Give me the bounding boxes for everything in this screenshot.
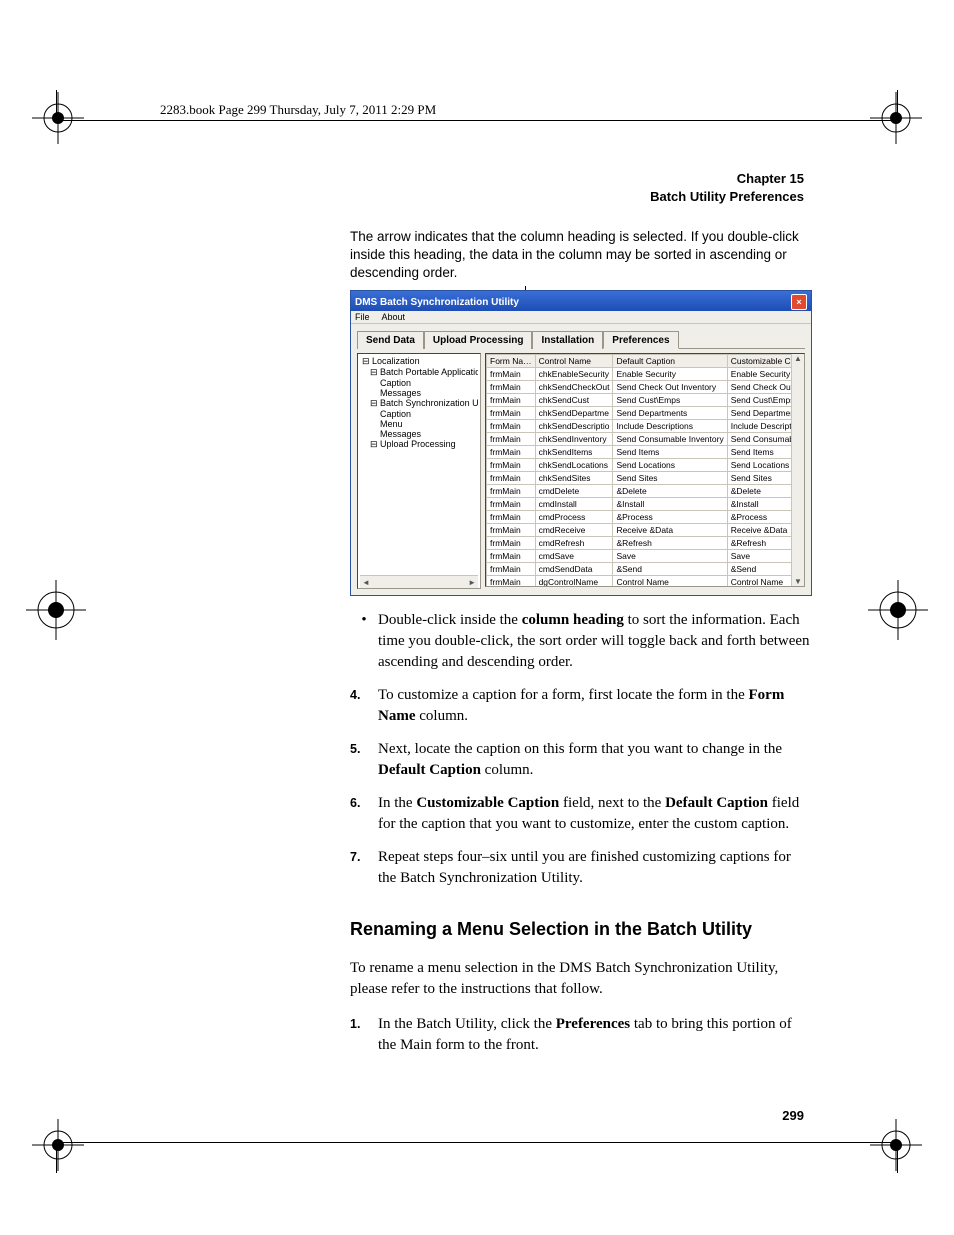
running-head: Chapter 15 Batch Utility Preferences xyxy=(650,170,804,205)
step-4: 4. To customize a caption for a form, fi… xyxy=(350,685,810,727)
grid-column-header[interactable]: Default Caption xyxy=(613,355,727,368)
grid-scrollbar[interactable]: ▲▼ xyxy=(791,354,804,586)
window-titlebar: DMS Batch Synchronization Utility × xyxy=(351,291,811,311)
table-row[interactable]: frmMainchkSendDepartmeSend DepartmentsSe… xyxy=(487,407,792,420)
tab-preferences[interactable]: Preferences xyxy=(603,331,678,349)
frame-line xyxy=(56,1142,898,1143)
table-row[interactable]: frmMaincmdReceiveReceive &DataReceive &D… xyxy=(487,524,792,537)
page-number: 299 xyxy=(782,1108,804,1123)
grid-column-header[interactable]: Form Na… xyxy=(487,355,536,368)
table-row[interactable]: frmMaindgControlNameControl NameControl … xyxy=(487,576,792,587)
grid-column-header[interactable]: Customizable Caption xyxy=(727,355,791,368)
tree-node[interactable]: Caption xyxy=(360,378,478,388)
tree-node[interactable]: Caption xyxy=(360,409,478,419)
table-row[interactable]: frmMaincmdInstall&Install&Install xyxy=(487,498,792,511)
tab-strip: Send Data Upload Processing Installation… xyxy=(357,330,805,349)
step-7: 7. Repeat steps four–six until you are f… xyxy=(350,847,810,889)
tab-installation[interactable]: Installation xyxy=(532,331,603,349)
tree-node[interactable]: ⊟ Upload Processing xyxy=(360,439,478,450)
tree-node[interactable]: Messages xyxy=(360,429,478,439)
screenshot-window: DMS Batch Synchronization Utility × File… xyxy=(350,290,812,596)
tab-send-data[interactable]: Send Data xyxy=(357,331,424,349)
chapter-title: Batch Utility Preferences xyxy=(650,188,804,206)
frame-line xyxy=(897,1143,898,1173)
table-row[interactable]: frmMainchkSendSitesSend SitesSend Sites xyxy=(487,472,792,485)
window-title: DMS Batch Synchronization Utility xyxy=(355,297,519,308)
crop-mark-icon xyxy=(868,580,928,640)
table-row[interactable]: frmMainchkEnableSecurityEnable SecurityE… xyxy=(487,368,792,381)
book-header: 2283.book Page 299 Thursday, July 7, 201… xyxy=(160,102,436,118)
tree-scrollbar[interactable]: ◄► xyxy=(360,575,478,588)
table-row[interactable]: frmMaincmdRefresh&Refresh&Refresh xyxy=(487,537,792,550)
bullet-item: • Double-click inside the column heading… xyxy=(350,610,810,673)
step-6: 6. In the Customizable Caption field, ne… xyxy=(350,793,810,835)
tree-pane[interactable]: ⊟ Localization⊟ Batch Portable Applicati… xyxy=(357,353,481,589)
crop-mark-icon xyxy=(28,1115,88,1175)
frame-line xyxy=(56,1143,57,1173)
step-1: 1. In the Batch Utility, click the Prefe… xyxy=(350,1014,810,1056)
table-row[interactable]: frmMainchkSendLocationsSend LocationsSen… xyxy=(487,459,792,472)
table-row[interactable]: frmMainchkSendDescriptioInclude Descript… xyxy=(487,420,792,433)
tree-node[interactable]: ⊟ Batch Synchronization Utility xyxy=(360,398,478,409)
crop-mark-icon xyxy=(866,88,926,148)
table-row[interactable]: frmMainchkSendInventorySend Consumable I… xyxy=(487,433,792,446)
close-icon[interactable]: × xyxy=(791,294,807,310)
table-row[interactable]: frmMaincmdSendData&Send&Send xyxy=(487,563,792,576)
menu-file[interactable]: File xyxy=(355,312,370,322)
frame-line xyxy=(897,90,898,120)
tree-node[interactable]: ⊟ Batch Portable Application xyxy=(360,367,478,378)
table-row[interactable]: frmMainchkSendItemsSend ItemsSend Items xyxy=(487,446,792,459)
tree-node[interactable]: ⊟ Localization xyxy=(360,356,478,367)
menu-about[interactable]: About xyxy=(382,312,406,322)
tree-node[interactable]: Menu xyxy=(360,419,478,429)
grid-column-header[interactable]: Control Name xyxy=(535,355,613,368)
tab-upload-processing[interactable]: Upload Processing xyxy=(424,331,533,349)
frame-line xyxy=(56,120,898,121)
crop-mark-icon xyxy=(26,580,86,640)
table-row[interactable]: frmMainchkSendCheckOutSend Check Out Inv… xyxy=(487,381,792,394)
section-paragraph: To rename a menu selection in the DMS Ba… xyxy=(350,958,810,1000)
table-row[interactable]: frmMaincmdDelete&Delete&Delete xyxy=(487,485,792,498)
frame-line xyxy=(56,90,57,120)
chapter-number: Chapter 15 xyxy=(650,170,804,188)
section-heading: Renaming a Menu Selection in the Batch U… xyxy=(350,917,810,942)
crop-mark-icon xyxy=(28,88,88,148)
crop-mark-icon xyxy=(866,1115,926,1175)
intro-paragraph: The arrow indicates that the column head… xyxy=(350,228,810,283)
grid-pane[interactable]: Form Na…Control NameDefault CaptionCusto… xyxy=(485,353,805,587)
tree-node[interactable]: Messages xyxy=(360,388,478,398)
table-row[interactable]: frmMaincmdSaveSaveSave xyxy=(487,550,792,563)
step-5: 5. Next, locate the caption on this form… xyxy=(350,739,810,781)
table-row[interactable]: frmMaincmdProcess&Process&Process xyxy=(487,511,792,524)
table-row[interactable]: frmMainchkSendCustSend Cust\EmpsSend Cus… xyxy=(487,394,792,407)
window-menubar: File About xyxy=(351,311,811,324)
